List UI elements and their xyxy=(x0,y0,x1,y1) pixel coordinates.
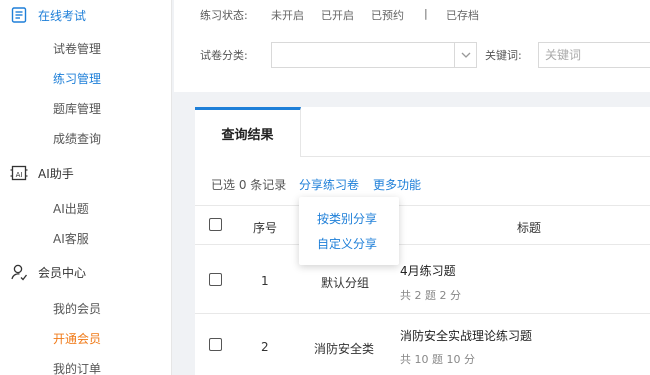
sidebar-item-bank-manage[interactable]: 题库管理 xyxy=(53,100,101,117)
sidebar-item-score-query[interactable]: 成绩查询 xyxy=(53,130,101,147)
share-practice-button[interactable]: 分享练习卷 xyxy=(299,176,359,193)
keyword-input[interactable] xyxy=(538,42,650,68)
divider xyxy=(195,313,650,314)
column-header-seq: 序号 xyxy=(253,221,278,235)
sidebar-group-member[interactable]: 会员中心 xyxy=(0,259,172,285)
ai-icon: AI xyxy=(10,165,28,181)
row-checkbox[interactable] xyxy=(209,273,222,286)
sidebar-group-label: 会员中心 xyxy=(38,265,87,280)
status-separator: | xyxy=(424,7,428,20)
keyword-label: 关键词: xyxy=(485,49,522,62)
row-category: 默认分组 xyxy=(321,276,370,290)
row-seq: 2 xyxy=(261,340,269,354)
row-checkbox[interactable] xyxy=(209,338,222,351)
selected-count: 已选 0 条记录 xyxy=(211,178,287,192)
status-option-unstarted[interactable]: 未开启 xyxy=(271,7,304,23)
results-panel: 查询结果 已选 0 条记录 分享练习卷 更多功能 序号 标题 1 默认分组 4月… xyxy=(195,107,650,375)
sidebar-item-ai-question[interactable]: AI出题 xyxy=(53,200,89,217)
status-label: 练习状态: xyxy=(200,9,248,22)
select-all-checkbox[interactable] xyxy=(209,218,222,231)
tab-divider xyxy=(301,156,650,157)
divider xyxy=(195,244,650,245)
more-functions-button[interactable]: 更多功能 xyxy=(373,176,421,193)
row-meta: 共 10 题 10 分 xyxy=(400,353,475,366)
row-title[interactable]: 4月练习题 xyxy=(400,262,456,279)
chevron-down-icon[interactable] xyxy=(454,43,476,67)
tab-query-results[interactable]: 查询结果 xyxy=(195,107,301,157)
sidebar-item-ai-service[interactable]: AI客服 xyxy=(53,230,89,247)
exam-icon xyxy=(11,7,27,23)
column-header-title: 标题 xyxy=(517,221,542,235)
sidebar-group-ai[interactable]: AI AI助手 xyxy=(0,160,172,186)
filter-panel: 练习状态: 未开启 已开启 已预约 | 已存档 试卷分类: 关键词: xyxy=(174,0,650,92)
sidebar-item-open-member[interactable]: 开通会员 xyxy=(53,330,101,347)
row-category: 消防安全类 xyxy=(314,342,375,356)
share-dropdown-menu: 按类别分享 自定义分享 xyxy=(299,197,399,265)
category-label: 试卷分类: xyxy=(200,49,248,62)
sidebar-item-my-member[interactable]: 我的会员 xyxy=(53,300,101,317)
row-seq: 1 xyxy=(261,274,269,288)
sidebar-item-paper-manage[interactable]: 试卷管理 xyxy=(53,40,101,57)
status-option-reserved[interactable]: 已预约 xyxy=(371,7,404,23)
menu-item-share-by-category[interactable]: 按类别分享 xyxy=(317,210,377,227)
sidebar-item-practice-manage[interactable]: 练习管理 xyxy=(53,70,101,87)
status-option-archived[interactable]: 已存档 xyxy=(446,7,479,23)
sidebar: 在线考试 试卷管理 练习管理 题库管理 成绩查询 AI AI助手 AI出题 AI… xyxy=(0,0,172,375)
menu-item-custom-share[interactable]: 自定义分享 xyxy=(317,235,377,252)
row-title[interactable]: 消防安全实战理论练习题 xyxy=(400,327,532,344)
category-select[interactable] xyxy=(271,42,477,68)
sidebar-group-exam[interactable]: 在线考试 xyxy=(0,2,172,28)
sidebar-item-my-orders[interactable]: 我的订单 xyxy=(53,360,101,375)
row-meta: 共 2 题 2 分 xyxy=(400,289,461,302)
svg-text:AI: AI xyxy=(16,171,23,179)
status-option-started[interactable]: 已开启 xyxy=(321,7,354,23)
sidebar-group-label: AI助手 xyxy=(38,166,74,181)
member-icon xyxy=(11,264,28,281)
sidebar-group-label: 在线考试 xyxy=(38,8,87,23)
divider xyxy=(195,205,650,206)
